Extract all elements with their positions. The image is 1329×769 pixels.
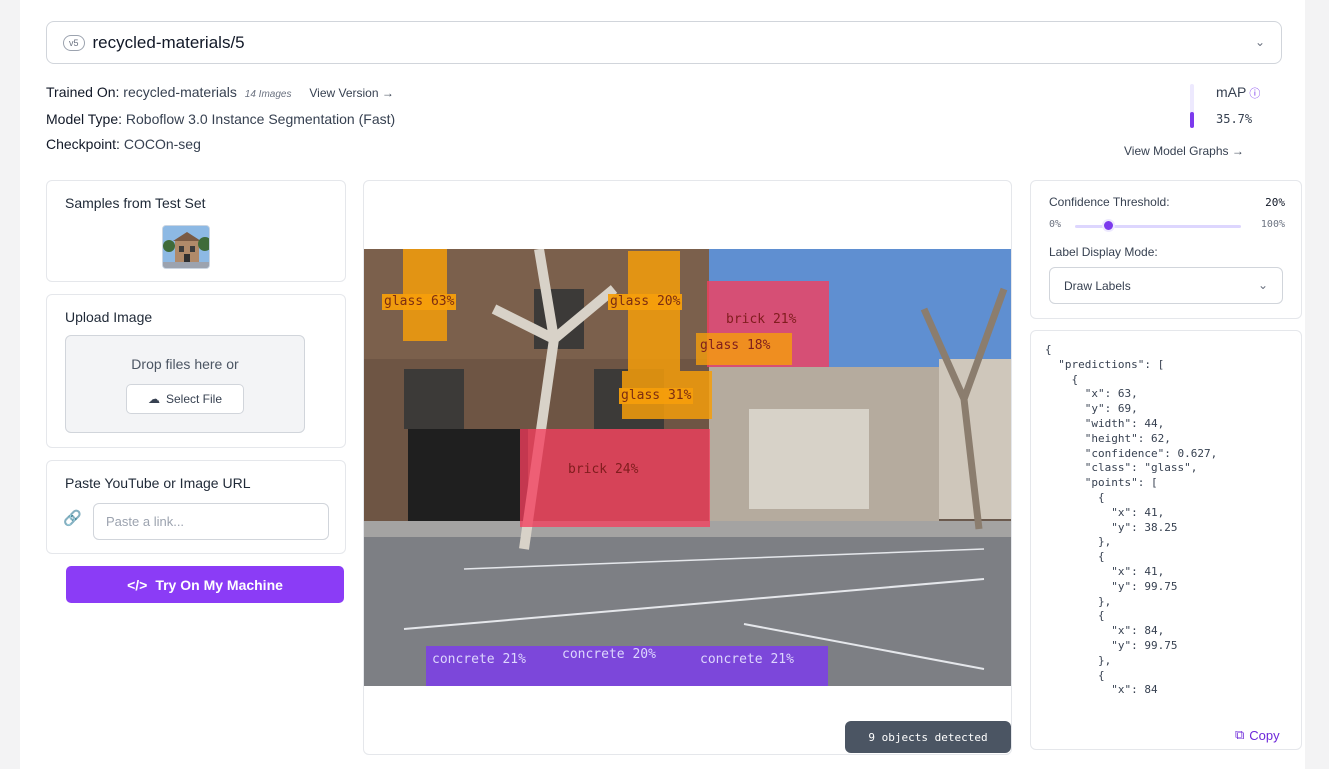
- samples-card: Samples from Test Set: [46, 180, 346, 282]
- detection-label: glass 63%: [382, 294, 457, 310]
- chevron-down-icon: ⌄: [1257, 278, 1268, 292]
- select-file-button[interactable]: ☁ Select File: [126, 384, 244, 414]
- display-mode-label: Label Display Mode:: [1049, 245, 1158, 259]
- model-type-value: Roboflow 3.0 Instance Segmentation (Fast…: [125, 111, 396, 127]
- page: v5 recycled-materials/5 ⌄ Trained On: re…: [20, 0, 1305, 769]
- code-icon: </>: [127, 576, 148, 593]
- copy-button[interactable]: ⧉ Copy: [1231, 725, 1284, 745]
- trained-on-value: recycled-materials: [123, 84, 237, 100]
- confidence-label: Confidence Threshold:: [1049, 195, 1170, 209]
- upload-card: Upload Image Drop files here or ☁ Select…: [46, 294, 346, 448]
- slider-min-label: 0%: [1049, 219, 1062, 230]
- copy-label: Copy: [1249, 727, 1280, 743]
- file-dropzone[interactable]: Drop files here or ☁ Select File: [65, 335, 305, 433]
- display-mode-value: Draw Labels: [1064, 278, 1131, 293]
- detection-label: concrete 21%: [432, 652, 526, 667]
- view-model-graphs-link[interactable]: View Model Graphs →: [1124, 144, 1244, 158]
- chevron-down-icon: ⌄: [1254, 35, 1265, 49]
- url-card: Paste YouTube or Image URL 🔗: [46, 460, 346, 554]
- checkpoint-value: COCOn-seg: [123, 136, 201, 152]
- map-title: mAP ⓘ: [1216, 84, 1260, 101]
- inference-preview: glass 63% glass 20% brick 21% glass 18% …: [363, 180, 1012, 755]
- view-version-link[interactable]: View Version →: [309, 86, 394, 100]
- confidence-slider-track[interactable]: [1075, 225, 1241, 228]
- right-gutter: [1308, 0, 1329, 769]
- detection-label: brick 24%: [568, 462, 639, 477]
- model-type-label: Model Type:: [46, 111, 123, 127]
- detection-label: glass 20%: [608, 294, 683, 310]
- help-icon[interactable]: ⓘ: [1249, 88, 1260, 100]
- map-meter-fill: [1190, 112, 1194, 128]
- trained-on-label: Trained On:: [46, 84, 120, 100]
- images-count: 14 Images: [244, 89, 292, 100]
- url-input[interactable]: [93, 503, 329, 540]
- sample-thumbnail[interactable]: [162, 225, 210, 269]
- version-name: recycled-materials/5: [92, 32, 245, 52]
- json-output-card: { "predictions": [ { "x": 63, "y": 69, "…: [1030, 330, 1302, 750]
- upload-cloud-icon: ☁: [147, 392, 160, 406]
- json-output: { "predictions": [ { "x": 63, "y": 69, "…: [1045, 343, 1218, 697]
- detection-mask: [520, 429, 710, 527]
- confidence-value: 20%: [1265, 196, 1285, 209]
- select-file-label: Select File: [165, 392, 223, 406]
- checkpoint-label: Checkpoint:: [46, 136, 120, 152]
- drop-text: Drop files here or: [131, 356, 239, 372]
- trained-on-row: Trained On: recycled-materials 14 Images…: [46, 80, 395, 107]
- version-select[interactable]: v5 recycled-materials/5 ⌄: [46, 21, 1282, 64]
- detection-label: brick 21%: [726, 312, 797, 327]
- try-button-label: Try On My Machine: [155, 576, 283, 593]
- map-label: mAP: [1216, 84, 1247, 100]
- confidence-slider-handle[interactable]: [1102, 219, 1116, 232]
- detection-label: concrete 21%: [700, 652, 794, 667]
- detection-label: concrete 20%: [562, 647, 656, 662]
- upload-title: Upload Image: [65, 309, 153, 325]
- slider-max-label: 100%: [1260, 219, 1285, 230]
- copy-icon: ⧉: [1235, 727, 1245, 742]
- objects-detected-badge: 9 objects detected: [845, 721, 1011, 753]
- detection-label: glass 18%: [700, 338, 771, 353]
- detection-mask: [628, 251, 680, 371]
- version-badge: v5: [63, 34, 85, 51]
- model-info: Trained On: recycled-materials 14 Images…: [46, 80, 395, 157]
- link-icon: 🔗: [63, 510, 82, 527]
- samples-title: Samples from Test Set: [65, 195, 206, 211]
- map-meter: [1190, 84, 1194, 128]
- detection-label: glass 31%: [619, 388, 694, 404]
- try-on-my-machine-button[interactable]: </> Try On My Machine: [66, 566, 344, 603]
- model-type-row: Model Type: Roboflow 3.0 Instance Segmen…: [46, 107, 395, 132]
- settings-card: Confidence Threshold: 20% 0% 100% Label …: [1030, 180, 1302, 319]
- label-display-mode-select[interactable]: Draw Labels ⌄: [1049, 267, 1283, 304]
- checkpoint-row: Checkpoint: COCOn-seg: [46, 132, 395, 157]
- map-value: 35.7%: [1216, 112, 1253, 126]
- url-title: Paste YouTube or Image URL: [65, 475, 251, 491]
